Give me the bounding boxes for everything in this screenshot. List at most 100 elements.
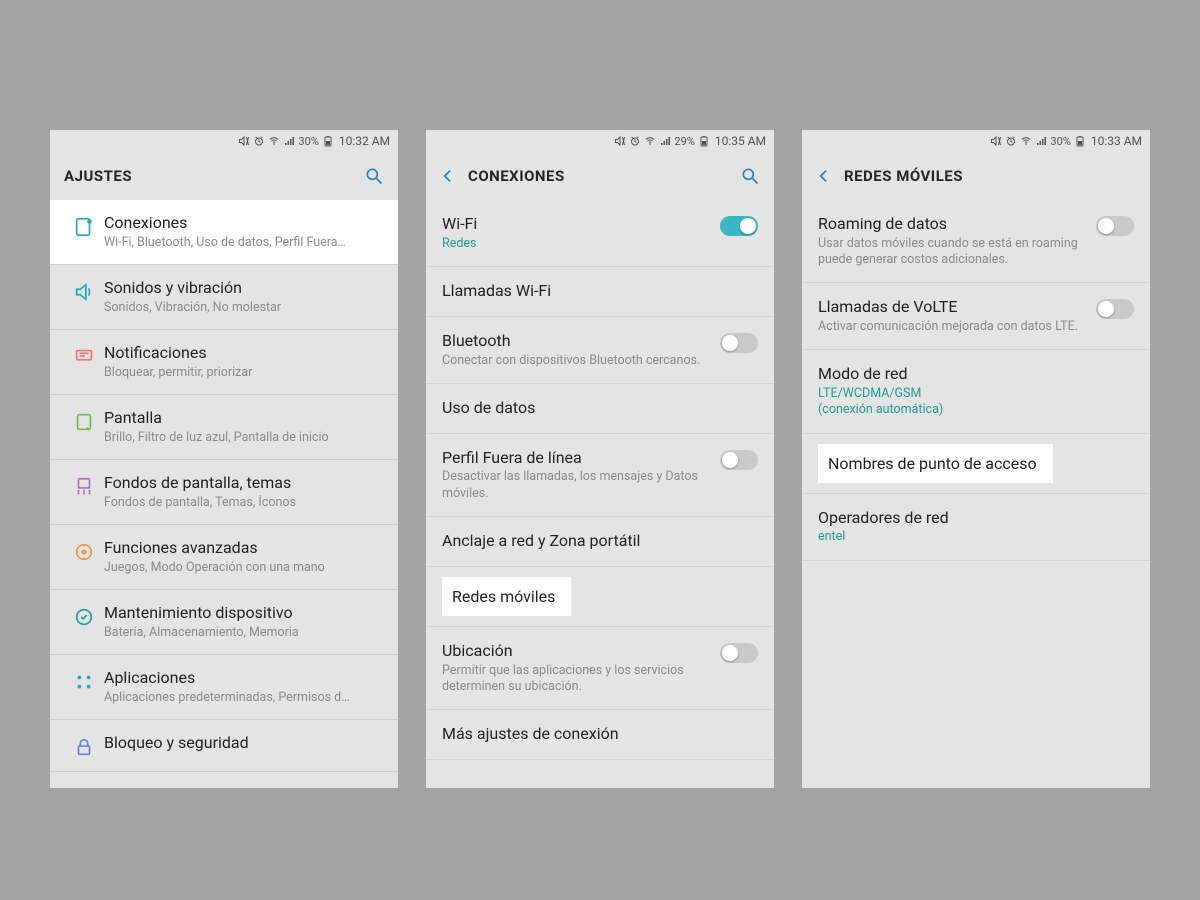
row-subtitle: LTE/WCDMA/GSM(conexión automática) bbox=[818, 386, 1134, 419]
lock-icon bbox=[64, 733, 104, 758]
sound-icon bbox=[64, 278, 104, 303]
connections-icon bbox=[64, 213, 104, 238]
search-button[interactable] bbox=[730, 166, 760, 186]
row-title: Funciones avanzadas bbox=[104, 538, 384, 559]
settings-row-wallpaper[interactable]: Fondos de pantalla, temas Fondos de pant… bbox=[50, 460, 398, 525]
row-title: Pantalla bbox=[104, 408, 384, 429]
settings-row[interactable]: Perfil Fuera de línea Desactivar las lla… bbox=[426, 434, 774, 517]
settings-row[interactable]: Llamadas de VoLTE Activar comunicación m… bbox=[802, 283, 1150, 350]
row-subtitle: Wi-Fi, Bluetooth, Uso de datos, Perfil F… bbox=[104, 235, 384, 251]
row-subtitle: Permitir que las aplicaciones y los serv… bbox=[442, 663, 710, 696]
battery-icon bbox=[322, 135, 334, 147]
row-title: Aplicaciones bbox=[104, 668, 384, 689]
row-title: Bluetooth bbox=[442, 331, 710, 352]
phone-screen-3: 30% 10:33 AM REDES MÓVILES Roaming de da… bbox=[802, 130, 1150, 788]
settings-row[interactable]: Anclaje a red y Zona portátil bbox=[426, 517, 774, 567]
settings-row[interactable]: Ubicación Permitir que las aplicaciones … bbox=[426, 627, 774, 710]
header-title: CONEXIONES bbox=[468, 167, 730, 185]
back-button[interactable] bbox=[816, 168, 844, 184]
header: REDES MÓVILES bbox=[802, 152, 1150, 200]
row-subtitle: Redes bbox=[442, 236, 710, 252]
alarm-icon bbox=[1005, 135, 1017, 147]
settings-list: Conexiones Wi-Fi, Bluetooth, Uso de dato… bbox=[50, 200, 398, 788]
status-time: 10:33 AM bbox=[1091, 134, 1142, 148]
mute-icon bbox=[614, 135, 626, 147]
header-title: REDES MÓVILES bbox=[844, 167, 1136, 185]
toggle-switch[interactable] bbox=[720, 216, 758, 236]
row-title: Anclaje a red y Zona portátil bbox=[442, 531, 758, 552]
settings-list: Wi-Fi Redes Llamadas Wi-Fi Bluetooth Con… bbox=[426, 200, 774, 788]
row-subtitle: entel bbox=[818, 529, 1134, 545]
row-title: Llamadas Wi-Fi bbox=[442, 281, 758, 302]
row-title: Conexiones bbox=[104, 213, 384, 234]
back-button[interactable] bbox=[440, 168, 468, 184]
settings-row[interactable]: Modo de red LTE/WCDMA/GSM(conexión autom… bbox=[802, 350, 1150, 433]
row-title: Sonidos y vibración bbox=[104, 278, 384, 299]
maint-icon bbox=[64, 603, 104, 628]
row-subtitle: Batería, Almacenamiento, Memoria bbox=[104, 625, 384, 641]
settings-row[interactable]: Roaming de datos Usar datos móviles cuan… bbox=[802, 200, 1150, 283]
row-title: Roaming de datos bbox=[818, 214, 1086, 235]
toggle-switch[interactable] bbox=[1096, 216, 1134, 236]
settings-row[interactable]: Uso de datos bbox=[426, 384, 774, 434]
toggle-switch[interactable] bbox=[720, 643, 758, 663]
row-title: Nombres de punto de acceso bbox=[818, 444, 1053, 483]
settings-row-maint[interactable]: Mantenimiento dispositivo Batería, Almac… bbox=[50, 590, 398, 655]
wifi-icon bbox=[1020, 135, 1032, 147]
row-title: Fondos de pantalla, temas bbox=[104, 473, 384, 494]
status-bar: 30% 10:32 AM bbox=[50, 130, 398, 152]
settings-row-advanced[interactable]: Funciones avanzadas Juegos, Modo Operaci… bbox=[50, 525, 398, 590]
row-title: Perfil Fuera de línea bbox=[442, 448, 710, 469]
wallpaper-icon bbox=[64, 473, 104, 498]
row-title: Operadores de red bbox=[818, 508, 1134, 529]
battery-icon bbox=[1074, 135, 1086, 147]
row-title: Wi-Fi bbox=[442, 214, 710, 235]
status-time: 10:35 AM bbox=[715, 134, 766, 148]
toggle-switch[interactable] bbox=[720, 333, 758, 353]
row-subtitle: Fondos de pantalla, Temas, Íconos bbox=[104, 495, 384, 511]
display-icon bbox=[64, 408, 104, 433]
settings-row-display[interactable]: Pantalla Brillo, Filtro de luz azul, Pan… bbox=[50, 395, 398, 460]
row-title: Más ajustes de conexión bbox=[442, 724, 758, 745]
row-subtitle: Bloquear, permitir, priorizar bbox=[104, 365, 384, 381]
search-button[interactable] bbox=[354, 166, 384, 186]
settings-row[interactable]: Operadores de red entel bbox=[802, 494, 1150, 561]
row-title: Bloqueo y seguridad bbox=[104, 733, 384, 754]
settings-row[interactable]: Bluetooth Conectar con dispositivos Blue… bbox=[426, 317, 774, 384]
apps-icon bbox=[64, 668, 104, 693]
battery-percent: 29% bbox=[674, 135, 694, 148]
status-bar: 29% 10:35 AM bbox=[426, 130, 774, 152]
settings-row-sound[interactable]: Sonidos y vibración Sonidos, Vibración, … bbox=[50, 265, 398, 330]
toggle-switch[interactable] bbox=[720, 450, 758, 470]
settings-row[interactable]: Más ajustes de conexión bbox=[426, 710, 774, 760]
row-title: Llamadas de VoLTE bbox=[818, 297, 1086, 318]
signal-icon bbox=[283, 135, 295, 147]
status-bar: 30% 10:33 AM bbox=[802, 130, 1150, 152]
phone-screen-2: 29% 10:35 AM CONEXIONES Wi-Fi Redes Llam… bbox=[426, 130, 774, 788]
settings-row-connections[interactable]: Conexiones Wi-Fi, Bluetooth, Uso de dato… bbox=[50, 200, 398, 265]
settings-row-apps[interactable]: Aplicaciones Aplicaciones predeterminada… bbox=[50, 655, 398, 720]
wifi-icon bbox=[644, 135, 656, 147]
header: CONEXIONES bbox=[426, 152, 774, 200]
settings-row-notif[interactable]: Notificaciones Bloquear, permitir, prior… bbox=[50, 330, 398, 395]
settings-row[interactable]: Llamadas Wi-Fi bbox=[426, 267, 774, 317]
notif-icon bbox=[64, 343, 104, 368]
settings-row[interactable]: Wi-Fi Redes bbox=[426, 200, 774, 267]
battery-percent: 30% bbox=[1050, 135, 1070, 148]
row-title: Modo de red bbox=[818, 364, 1134, 385]
row-subtitle: Desactivar las llamadas, los mensajes y … bbox=[442, 469, 710, 502]
row-title: Mantenimiento dispositivo bbox=[104, 603, 384, 624]
row-title: Redes móviles bbox=[442, 577, 571, 616]
mute-icon bbox=[990, 135, 1002, 147]
header: AJUSTES bbox=[50, 152, 398, 200]
settings-row-lock[interactable]: Bloqueo y seguridad bbox=[50, 720, 398, 772]
alarm-icon bbox=[253, 135, 265, 147]
alarm-icon bbox=[629, 135, 641, 147]
toggle-switch[interactable] bbox=[1096, 299, 1134, 319]
row-subtitle: Usar datos móviles cuando se está en roa… bbox=[818, 236, 1086, 269]
row-subtitle: Sonidos, Vibración, No molestar bbox=[104, 300, 384, 316]
settings-row[interactable]: Redes móviles bbox=[426, 567, 774, 627]
row-subtitle: Conectar con dispositivos Bluetooth cerc… bbox=[442, 353, 710, 369]
phone-screen-1: 30% 10:32 AM AJUSTES Conexiones Wi-Fi, B… bbox=[50, 130, 398, 788]
settings-row[interactable]: Nombres de punto de acceso bbox=[802, 434, 1150, 494]
